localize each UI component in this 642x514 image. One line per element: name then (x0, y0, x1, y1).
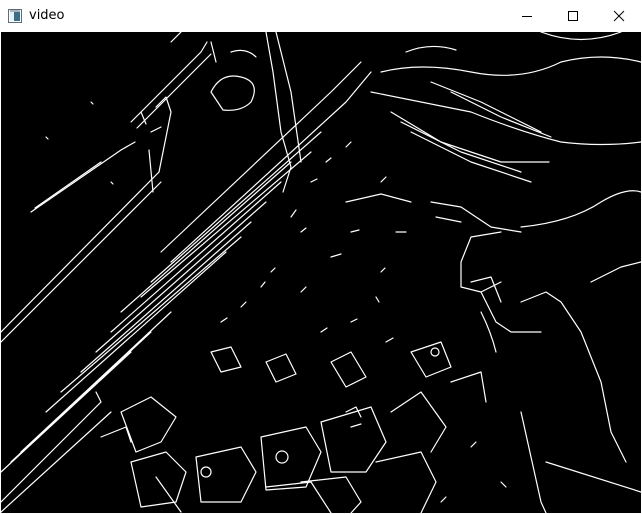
video-canvas (1, 32, 641, 513)
minimize-button[interactable] (504, 0, 550, 31)
minimize-icon (522, 15, 532, 17)
maximize-button[interactable] (550, 0, 596, 31)
edge-detection-image (1, 32, 641, 513)
app-window-icon (8, 8, 22, 23)
maximize-icon (568, 10, 578, 21)
window-title: video (29, 8, 65, 23)
video-window: video (0, 0, 642, 514)
title-bar[interactable]: video (0, 0, 642, 31)
close-icon (613, 10, 625, 21)
close-button[interactable] (596, 0, 642, 31)
